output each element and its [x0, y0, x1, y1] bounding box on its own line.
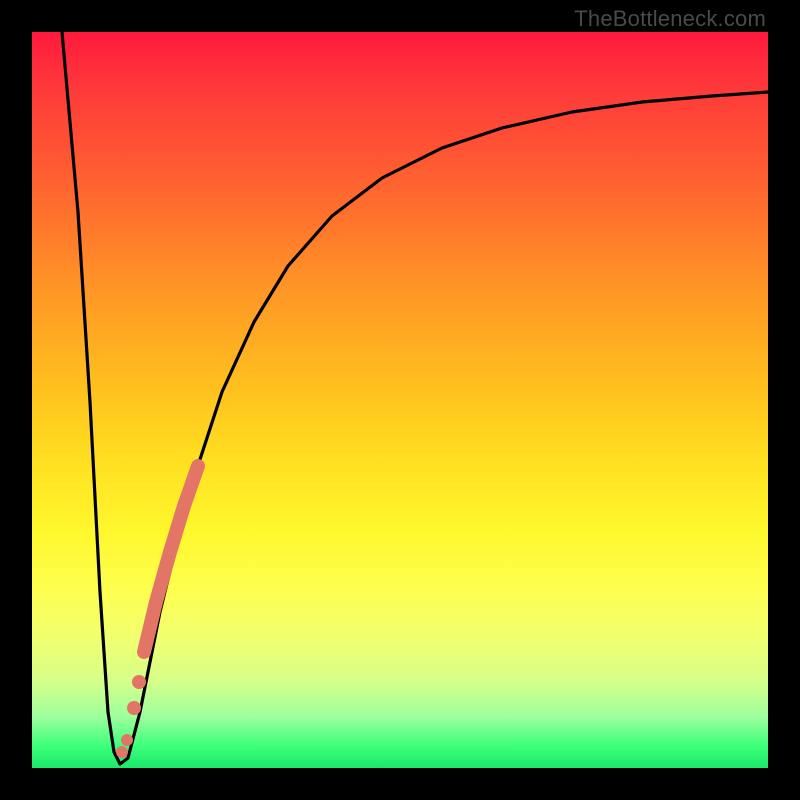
marker-dot [121, 734, 133, 746]
watermark-text: TheBottleneck.com [574, 6, 766, 32]
chart-svg [32, 32, 768, 768]
marker-dot [127, 701, 141, 715]
plot-area [32, 32, 768, 768]
marker-dot [116, 746, 128, 758]
chart-frame: TheBottleneck.com [0, 0, 800, 800]
bottleneck-curve [62, 32, 768, 764]
marker-dot [132, 675, 146, 689]
highlighted-segment [144, 466, 198, 652]
